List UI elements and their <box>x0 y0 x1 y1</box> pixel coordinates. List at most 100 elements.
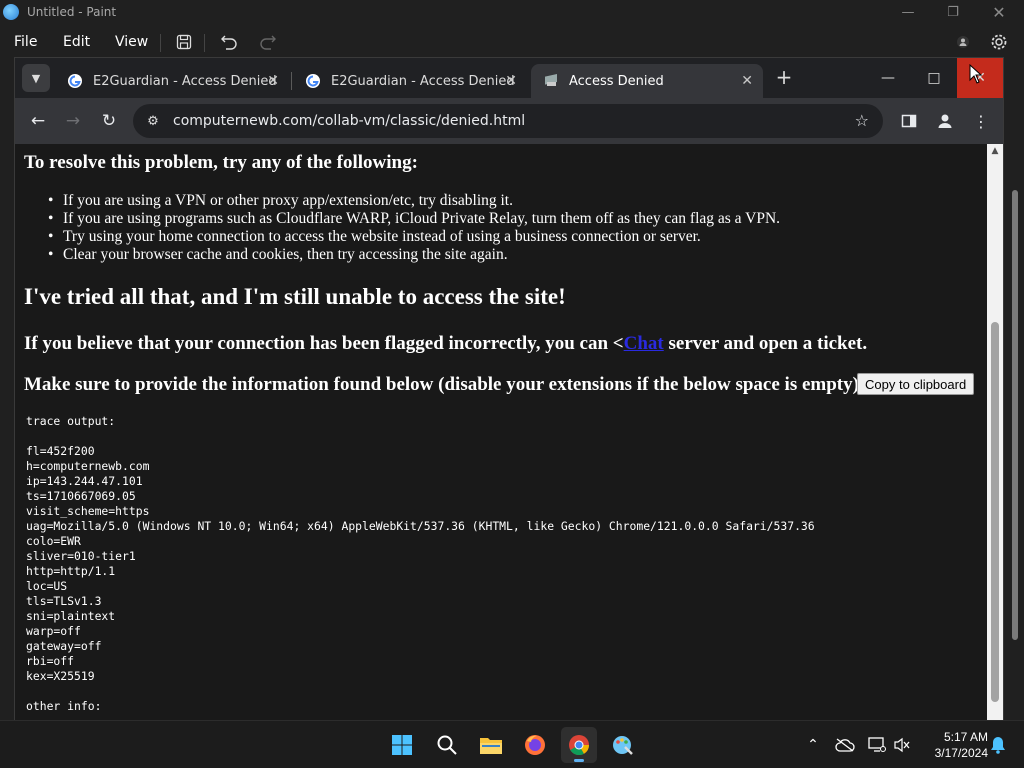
profile-icon[interactable] <box>933 109 957 133</box>
trace-line: kex=X25519 <box>26 669 95 683</box>
site-info-icon[interactable]: ⚙ <box>145 113 161 129</box>
side-panel-icon[interactable] <box>897 109 921 133</box>
tab-divider <box>291 72 292 90</box>
flagged-heading: If you believe that your connection has … <box>24 333 867 355</box>
taskbar-file-explorer[interactable] <box>473 727 509 763</box>
tab-close-icon[interactable]: ✕ <box>267 73 279 89</box>
taskbar-search-button[interactable] <box>429 727 465 763</box>
tab-search-button[interactable]: ▼ <box>22 64 50 92</box>
google-icon <box>306 74 320 88</box>
system-clock[interactable]: 5:17 AM 3/17/2024 <box>918 729 988 761</box>
reload-button[interactable]: ↻ <box>97 109 121 133</box>
trace-line: http=http/1.1 <box>26 564 116 578</box>
flagged-text-before: If you believe that your connection has … <box>24 333 624 354</box>
flagged-text-after: server and open a ticket. <box>663 333 868 354</box>
chat-link[interactable]: Chat <box>624 333 664 354</box>
site-favicon-icon <box>545 74 557 86</box>
list-item: Try using your home connection to access… <box>48 228 780 246</box>
paint-window-title: Untitled - Paint <box>27 5 117 19</box>
trace-line: gateway=off <box>26 639 102 653</box>
menu-kebab-icon[interactable]: ⋮ <box>969 109 993 133</box>
arrow-left-icon: ← <box>30 111 46 131</box>
trace-line: tls=TLSv1.3 <box>26 594 102 608</box>
resolve-heading: To resolve this problem, try any of the … <box>24 152 418 173</box>
list-item: If you are using a VPN or other proxy ap… <box>48 192 780 210</box>
tab-strip: ▼ E2Guardian - Access Denied ✕ E2Guardia… <box>15 58 1003 98</box>
bookmark-star-icon[interactable]: ☆ <box>855 111 869 130</box>
trace-line: trace output: <box>26 414 116 428</box>
tab-close-icon[interactable]: ✕ <box>741 73 753 89</box>
trace-line: ip=143.244.47.101 <box>26 474 143 488</box>
trace-line: h=computernewb.com <box>26 459 150 473</box>
url-text[interactable]: computernewb.com/collab-vm/classic/denie… <box>173 113 525 129</box>
trace-line: other info: <box>26 699 102 713</box>
show-hidden-icons-chevron-up-icon[interactable]: ⌃ <box>802 735 824 755</box>
trace-line: uag=Mozilla/5.0 (Windows NT 10.0; Win64;… <box>26 519 815 533</box>
account-icon[interactable] <box>954 32 972 52</box>
menu-edit[interactable]: Edit <box>63 34 90 50</box>
paint-close-button[interactable]: ✕ <box>976 0 1022 24</box>
taskbar-firefox[interactable] <box>517 727 553 763</box>
browser-minimize-button[interactable]: — <box>865 58 911 98</box>
chevron-down-icon: ▼ <box>31 71 41 85</box>
volume-muted-icon[interactable] <box>891 735 913 755</box>
trace-line: sliver=010-tier1 <box>26 549 136 563</box>
resolve-list: If you are using a VPN or other proxy ap… <box>48 192 780 264</box>
tried-heading: I've tried all that, and I'm still unabl… <box>24 284 566 309</box>
new-tab-button[interactable]: + <box>773 65 795 89</box>
paint-title-bar: Untitled - Paint — ❐ ✕ <box>0 0 1024 24</box>
notification-bell-icon[interactable] <box>987 735 1009 755</box>
page-viewport: To resolve this problem, try any of the … <box>15 144 987 722</box>
menu-divider <box>160 34 161 52</box>
trace-line: loc=US <box>26 579 68 593</box>
trace-line: fl=452f200 <box>26 444 95 458</box>
list-item: If you are using programs such as Cloudf… <box>48 210 780 228</box>
mouse-cursor-icon <box>969 64 983 84</box>
scroll-up-arrow-icon[interactable]: ▲ <box>987 144 1003 158</box>
trace-output[interactable]: trace output: fl=452f200 h=computernewb.… <box>26 414 815 714</box>
clock-date: 3/17/2024 <box>934 746 988 760</box>
paint-maximize-button[interactable]: ❐ <box>930 0 976 24</box>
taskbar-chrome[interactable] <box>561 727 597 763</box>
onedrive-cloud-icon[interactable] <box>834 735 856 755</box>
menu-file[interactable]: File <box>14 34 37 50</box>
start-button[interactable] <box>384 727 420 763</box>
provide-heading: Make sure to provide the information fou… <box>24 374 866 395</box>
copy-to-clipboard-button[interactable]: Copy to clipboard <box>857 373 975 395</box>
redo-icon[interactable] <box>258 32 278 52</box>
arrow-right-icon: → <box>65 111 81 131</box>
page-scrollbar[interactable]: ▲ <box>987 144 1003 722</box>
browser-toolbar: ← → ↻ ⚙ computernewb.com/collab-vm/class… <box>15 98 1003 144</box>
windows-start-icon <box>392 735 412 755</box>
menu-divider <box>204 34 205 52</box>
tab-e2guardian-1[interactable]: E2Guardian - Access Denied ✕ <box>55 64 289 98</box>
tab-title: Access Denied <box>569 73 664 89</box>
trace-line: ts=1710667069.05 <box>26 489 136 503</box>
tab-access-denied[interactable]: Access Denied ✕ <box>531 64 763 98</box>
scroll-thumb[interactable] <box>991 322 999 702</box>
list-item: Clear your browser cache and cookies, th… <box>48 246 780 264</box>
network-monitor-icon[interactable] <box>866 735 888 755</box>
google-icon <box>68 74 82 88</box>
taskbar: ⌃ 5:17 AM 3/17/2024 <box>0 720 1024 768</box>
taskbar-paint[interactable] <box>605 727 641 763</box>
forward-button[interactable]: → <box>61 109 85 133</box>
paint-minimize-button[interactable]: — <box>885 0 931 24</box>
menu-view[interactable]: View <box>115 34 148 50</box>
clock-time: 5:17 AM <box>943 730 988 744</box>
chrome-window: ▼ E2Guardian - Access Denied ✕ E2Guardia… <box>14 57 1004 722</box>
address-bar[interactable]: ⚙ computernewb.com/collab-vm/classic/den… <box>133 104 883 138</box>
back-button[interactable]: ← <box>26 109 50 133</box>
paint-icon <box>613 736 633 755</box>
tab-close-icon[interactable]: ✕ <box>505 73 517 89</box>
paint-canvas-scrollbar[interactable] <box>1012 190 1018 640</box>
settings-gear-icon[interactable] <box>989 32 1009 52</box>
firefox-icon <box>525 735 545 755</box>
trace-line: warp=off <box>26 624 81 638</box>
paint-app-icon <box>3 4 19 20</box>
tab-e2guardian-2[interactable]: E2Guardian - Access Denied ✕ <box>293 64 527 98</box>
undo-icon[interactable] <box>219 32 239 52</box>
browser-maximize-button[interactable]: □ <box>911 58 957 98</box>
save-icon[interactable] <box>174 32 194 52</box>
trace-line: colo=EWR <box>26 534 81 548</box>
